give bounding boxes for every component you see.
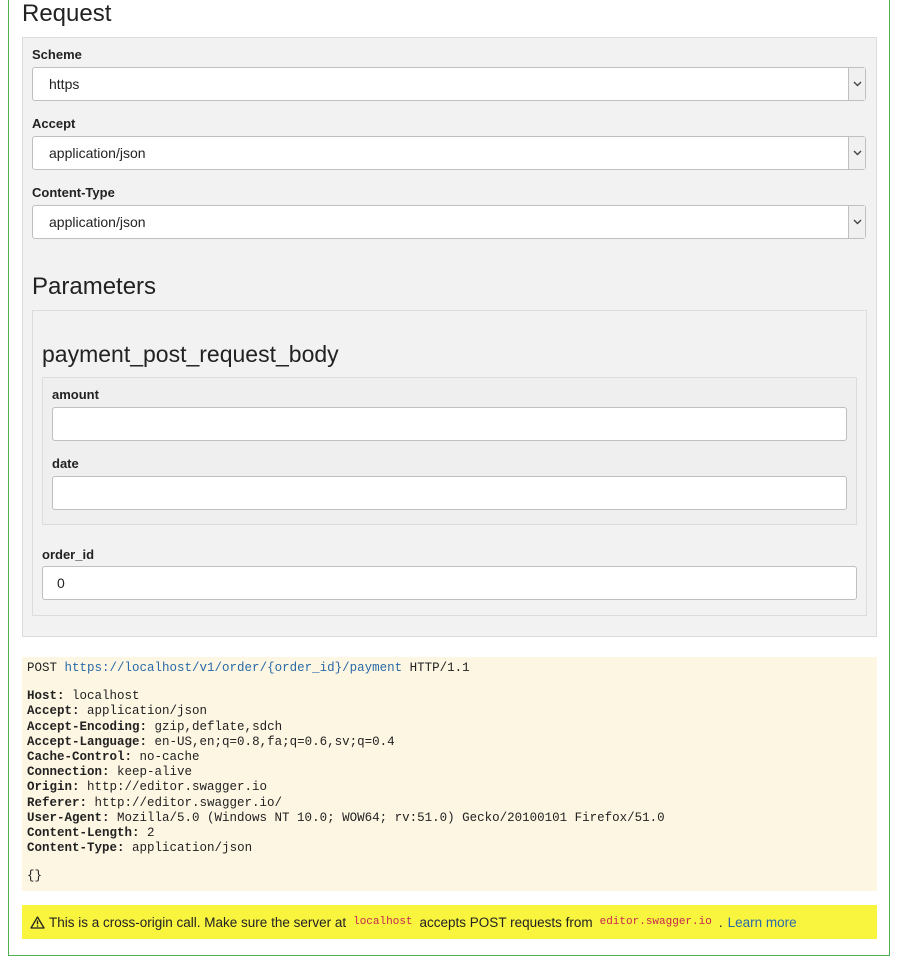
chevron-down-icon (848, 68, 865, 100)
header-value: localhost (72, 689, 140, 704)
header-name: Host: (27, 689, 65, 704)
http-protocol: HTTP/1.1 (409, 661, 470, 675)
warning-host: localhost (353, 916, 413, 928)
request-body-fields: amount date (42, 377, 857, 525)
learn-more-link[interactable]: Learn more (728, 915, 797, 930)
order-id-input[interactable] (42, 566, 857, 600)
request-header-line: Origin: http://editor.swagger.io (27, 780, 872, 795)
request-url[interactable]: https://localhost/v1/order/{order_id}/pa… (65, 661, 403, 675)
header-value: application/json (87, 704, 208, 719)
header-name: Referer: (27, 795, 88, 810)
header-name: Content-Length: (27, 825, 140, 840)
warning-origin: editor.swagger.io (599, 916, 712, 928)
parameters-box: payment_post_request_body amount date or… (32, 310, 867, 616)
request-header-line: Content-Type: application/json (27, 841, 872, 856)
header-name: Cache-Control: (27, 749, 133, 764)
http-method: POST (27, 661, 58, 675)
chevron-down-icon (848, 137, 865, 169)
warning-text-2: accepts POST requests from (419, 914, 593, 930)
request-header-line: User-Agent: Mozilla/5.0 (Windows NT 10.0… (27, 811, 872, 826)
request-header-line: Host: localhost (27, 689, 872, 704)
parameters-title: Parameters (32, 273, 157, 300)
cross-origin-warning: This is a cross-origin call. Make sure t… (22, 905, 877, 939)
request-header-line: Content-Length: 2 (27, 826, 872, 841)
order-id-label: order_id (42, 547, 95, 562)
header-value: Mozilla/5.0 (Windows NT 10.0; WOW64; rv:… (117, 810, 665, 825)
scheme-select[interactable]: https (32, 67, 866, 101)
header-value: http://editor.swagger.io (87, 780, 268, 795)
header-name: Accept-Encoding: (27, 719, 148, 734)
header-name: Accept: (27, 704, 80, 719)
header-value: no-cache (139, 749, 200, 764)
scheme-select-value: https (49, 76, 80, 92)
request-panel: Scheme https Accept application/json Con… (22, 37, 877, 637)
request-header-line: Cache-Control: no-cache (27, 750, 872, 765)
header-value: 2 (147, 825, 155, 840)
header-value: keep-alive (117, 765, 193, 780)
amount-label: amount (52, 387, 99, 402)
request-line: POST https://localhost/v1/order/{order_i… (27, 661, 872, 676)
request-header-line: Connection: keep-alive (27, 765, 872, 780)
header-name: Connection: (27, 765, 110, 780)
header-value: http://editor.swagger.io/ (94, 795, 283, 810)
request-body-preview: {} (27, 869, 43, 884)
request-headers: Host: localhost Accept: application/json A… (27, 689, 872, 856)
accept-select-value: application/json (49, 145, 146, 161)
scheme-label: Scheme (32, 47, 82, 62)
header-name: Accept-Language: (27, 734, 148, 749)
header-value: application/json (132, 841, 253, 856)
header-name: Origin: (27, 780, 80, 795)
header-name: Content-Type: (27, 841, 125, 856)
warning-text-3: . (718, 914, 723, 930)
request-header-line: Referer: http://editor.swagger.io/ (27, 796, 872, 811)
request-header-line: Accept-Encoding: gzip,deflate,sdch (27, 720, 872, 735)
content-type-select-value: application/json (49, 214, 146, 230)
header-value: gzip,deflate,sdch (154, 719, 283, 734)
content-type-label: Content-Type (32, 185, 115, 200)
header-value: en-US,en;q=0.8,fa;q=0.6,sv;q=0.4 (154, 734, 395, 749)
warning-triangle-icon (30, 915, 45, 929)
amount-input[interactable] (52, 407, 847, 441)
chevron-down-icon (848, 206, 865, 238)
accept-label: Accept (32, 116, 76, 131)
date-label: date (52, 456, 79, 471)
request-header-line: Accept-Language: en-US,en;q=0.8,fa;q=0.6… (27, 735, 872, 750)
content-type-select[interactable]: application/json (32, 205, 866, 239)
date-input[interactable] (52, 476, 847, 510)
request-title: Request (22, 0, 112, 27)
header-name: User-Agent: (27, 810, 110, 825)
warning-text-1: This is a cross-origin call. Make sure t… (49, 914, 347, 930)
request-body-title: payment_post_request_body (42, 341, 339, 367)
accept-select[interactable]: application/json (32, 136, 866, 170)
request-header-line: Accept: application/json (27, 704, 872, 719)
http-request-preview: POST https://localhost/v1/order/{order_i… (22, 657, 877, 891)
